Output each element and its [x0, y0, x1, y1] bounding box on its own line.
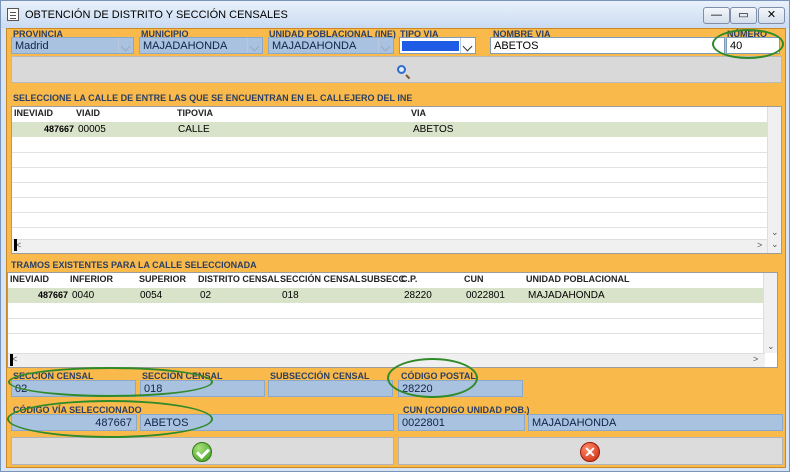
check-icon	[192, 442, 212, 462]
col-header[interactable]: C.P.	[401, 274, 417, 284]
cancel-icon: ✕	[580, 442, 600, 462]
calles-grid[interactable]: INEVIAID VIAID TIPOVIA VIA 487667 00005 …	[11, 106, 782, 254]
provincia-select[interactable]: Madrid	[11, 37, 134, 54]
horizontal-scrollbar[interactable]: < >	[8, 353, 765, 367]
cell-ineviaid: 487667	[44, 124, 75, 134]
grid-line	[12, 152, 781, 153]
accept-button[interactable]	[11, 437, 394, 465]
chevron-down-icon[interactable]	[460, 38, 475, 53]
row-marker	[14, 239, 17, 251]
scroll-right-icon[interactable]: >	[757, 240, 762, 250]
horizontal-scrollbar[interactable]: < >	[12, 239, 769, 253]
chevron-down-icon[interactable]: ⌄	[771, 239, 779, 250]
col-header[interactable]: INEVIAID	[10, 274, 49, 284]
unidad-poblacional-value: MAJADAHONDA	[272, 40, 357, 52]
unidad-poblacional-result-field: MAJADAHONDA	[528, 414, 783, 431]
col-header[interactable]: DISTRITO CENSAL	[198, 274, 279, 284]
cell-via: ABETOS	[413, 124, 454, 135]
highlight-ellipse	[8, 367, 213, 397]
col-header[interactable]: SUBSECC	[361, 274, 405, 284]
close-button[interactable]: ✕	[758, 7, 785, 24]
maximize-button[interactable]: ▭	[730, 7, 757, 24]
grid-line	[8, 333, 777, 334]
cell-seccion: 018	[282, 290, 299, 301]
nombre-via-input[interactable]: ABETOS	[490, 37, 725, 54]
cancel-button[interactable]: ✕	[398, 437, 783, 465]
grid-line	[8, 318, 777, 319]
chevron-down-icon[interactable]	[247, 38, 262, 53]
close-icon: ✕	[766, 9, 777, 21]
unidad-poblacional-result-value: MAJADAHONDA	[532, 417, 617, 429]
col-header[interactable]: CUN	[464, 274, 484, 284]
window-title: OBTENCIÓN DE DISTRITO Y SECCIÓN CENSALES	[25, 9, 288, 21]
col-header[interactable]: INFERIOR	[70, 274, 113, 284]
row-marker	[10, 354, 13, 366]
table-row[interactable]: 487667 0040 0054 02 018 28220 0022801 MA…	[8, 288, 777, 303]
tramos-grid[interactable]: INEVIAID INFERIOR SUPERIOR DISTRITO CENS…	[7, 272, 778, 368]
municipio-value: MAJADAHONDA	[143, 40, 228, 52]
grid-line	[12, 197, 781, 198]
cell-viaid: 00005	[78, 124, 106, 135]
calles-title: SELECCIONE LA CALLE DE ENTRE LAS QUE SE …	[13, 93, 413, 103]
scroll-down-icon[interactable]: ⌄	[771, 227, 779, 238]
cell-inferior: 0040	[72, 290, 95, 301]
dialog-window: OBTENCIÓN DE DISTRITO Y SECCIÓN CENSALES…	[0, 0, 790, 472]
cun-field: 0022801	[398, 414, 525, 431]
vertical-scrollbar[interactable]: ⌄	[763, 273, 777, 353]
unidad-poblacional-select[interactable]: MAJADAHONDA	[268, 37, 394, 54]
grid-line	[12, 182, 781, 183]
tramos-title: TRAMOS EXISTENTES PARA LA CALLE SELECCIO…	[11, 260, 257, 270]
subseccion-censal-field	[268, 380, 393, 397]
cell-distrito: 02	[200, 290, 212, 301]
scroll-corner: ⌄	[767, 239, 781, 253]
tipo-via-selection	[402, 41, 459, 51]
col-header[interactable]: UNIDAD POBLACIONAL	[526, 274, 630, 284]
scroll-down-icon[interactable]: ⌄	[767, 341, 775, 352]
cell-cp: 28220	[404, 290, 432, 301]
highlight-ellipse	[7, 400, 213, 438]
title-bar[interactable]: OBTENCIÓN DE DISTRITO Y SECCIÓN CENSALES…	[1, 1, 789, 28]
minimize-icon: —	[711, 9, 722, 21]
magnifier-icon	[397, 65, 406, 74]
grid-line	[12, 227, 781, 228]
grid-line	[12, 212, 781, 213]
col-header[interactable]: SECCIÓN CENSAL	[280, 274, 361, 284]
highlight-ellipse	[712, 29, 784, 59]
cun-value: 0022801	[402, 417, 445, 429]
vertical-scrollbar[interactable]: ⌄	[767, 107, 781, 239]
municipio-select[interactable]: MAJADAHONDA	[139, 37, 263, 54]
scroll-right-icon[interactable]: >	[753, 354, 758, 364]
col-header[interactable]: SUPERIOR	[139, 274, 186, 284]
cell-superior: 0054	[140, 290, 163, 301]
provincia-value: Madrid	[15, 40, 49, 52]
cell-cun: 0022801	[466, 290, 505, 301]
col-header[interactable]: INEVIAID	[14, 108, 53, 118]
maximize-icon: ▭	[738, 9, 749, 21]
cell-tipovia: CALLE	[178, 124, 210, 135]
highlight-ellipse	[387, 358, 478, 398]
col-header[interactable]: VIA	[411, 108, 426, 118]
cell-ineviaid: 487667	[38, 290, 69, 300]
window-app-icon	[7, 8, 19, 21]
minimize-button[interactable]: —	[703, 7, 730, 24]
cell-unidad: MAJADAHONDA	[528, 290, 605, 301]
search-button[interactable]	[11, 56, 782, 83]
col-header[interactable]: VIAID	[76, 108, 100, 118]
chevron-down-icon[interactable]	[378, 38, 393, 53]
col-header[interactable]: TIPOVIA	[177, 108, 213, 118]
grid-line	[12, 167, 781, 168]
table-row[interactable]: 487667 00005 CALLE ABETOS	[12, 122, 781, 137]
form-panel: PROVINCIA Madrid MUNICIPIO MAJADAHONDA U…	[6, 28, 786, 468]
tipo-via-select[interactable]	[399, 37, 476, 54]
nombre-via-value: ABETOS	[494, 40, 539, 52]
chevron-down-icon[interactable]	[118, 38, 133, 53]
